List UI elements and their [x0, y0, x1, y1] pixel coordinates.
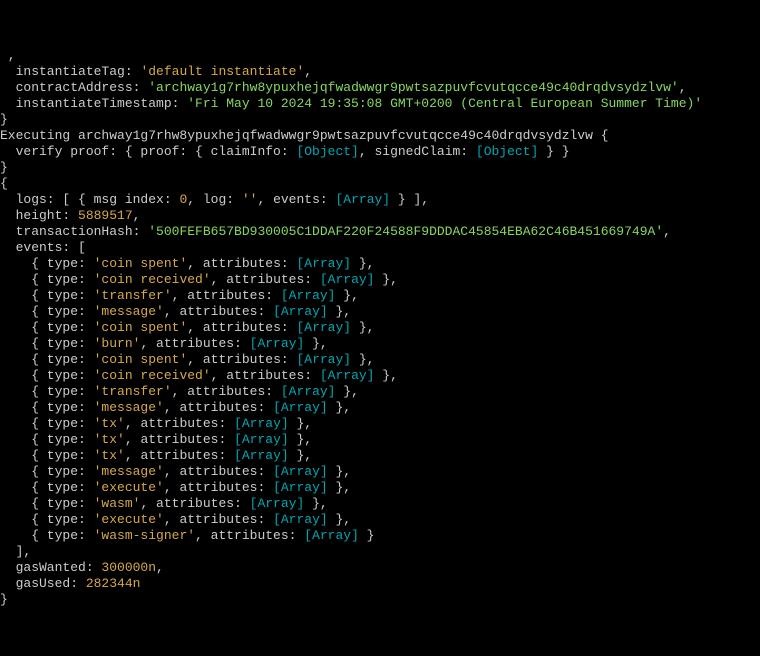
event-type: 'wasm-signer': [94, 528, 195, 543]
tx-hash: '500FEFB657BD930005C1DDAF220F24588F9DDDA…: [148, 224, 663, 239]
event-type: 'execute': [94, 480, 164, 495]
val-instantiateTag: 'default instantiate': [140, 64, 304, 79]
event-type: 'tx': [94, 448, 125, 463]
arr-ref: [Array]: [296, 352, 351, 367]
arr-ref: [Array]: [320, 272, 375, 287]
event-type: 'message': [94, 400, 164, 415]
height: 5889517: [78, 208, 133, 223]
event-type: 'message': [94, 304, 164, 319]
arr-ref: [Array]: [273, 304, 328, 319]
arr-ref: [Array]: [273, 512, 328, 527]
arr-ref: [Array]: [296, 256, 351, 271]
event-type: 'message': [94, 464, 164, 479]
event-type: 'tx': [94, 432, 125, 447]
val-contractAddress: 'archway1g7rhw8ypuxhejqfwadwwgr9pwtsazpu…: [148, 80, 679, 95]
arr-ref: [Array]: [320, 368, 375, 383]
arr-ref: [Array]: [281, 384, 336, 399]
arr-ref: [Array]: [250, 336, 305, 351]
obj-ref: [Object]: [296, 144, 358, 159]
arr-ref: [Array]: [250, 496, 305, 511]
event-type: 'coin spent': [94, 256, 188, 271]
arr-ref: [Array]: [234, 448, 289, 463]
event-type: 'execute': [94, 512, 164, 527]
executing-line: Executing archway1g7rhw8ypuxhejqfwadwwgr…: [0, 128, 609, 143]
gas-wanted: 300000n: [101, 560, 156, 575]
log-value: '': [242, 192, 258, 207]
arr-ref: [Array]: [234, 432, 289, 447]
obj-ref: [Object]: [476, 144, 538, 159]
arr-ref: [Array]: [296, 320, 351, 335]
event-type: 'wasm': [94, 496, 141, 511]
arr-ref: [Array]: [335, 192, 390, 207]
event-type: 'coin spent': [94, 320, 188, 335]
event-type: 'transfer': [94, 384, 172, 399]
terminal-output: , instantiateTag: 'default instantiate',…: [0, 48, 760, 608]
arr-ref: [Array]: [281, 288, 336, 303]
arr-ref: [Array]: [273, 464, 328, 479]
event-type: 'coin received': [94, 272, 211, 287]
event-type: 'transfer': [94, 288, 172, 303]
event-type: 'burn': [94, 336, 141, 351]
arr-ref: [Array]: [304, 528, 359, 543]
arr-ref: [Array]: [273, 400, 328, 415]
arr-ref: [Array]: [234, 416, 289, 431]
event-type: 'tx': [94, 416, 125, 431]
val-instantiateTimestamp: 'Fri May 10 2024 19:35:08 GMT+0200 (Cent…: [187, 96, 702, 111]
event-type: 'coin received': [94, 368, 211, 383]
gas-used: 282344n: [86, 576, 141, 591]
event-type: 'coin spent': [94, 352, 188, 367]
arr-ref: [Array]: [273, 480, 328, 495]
